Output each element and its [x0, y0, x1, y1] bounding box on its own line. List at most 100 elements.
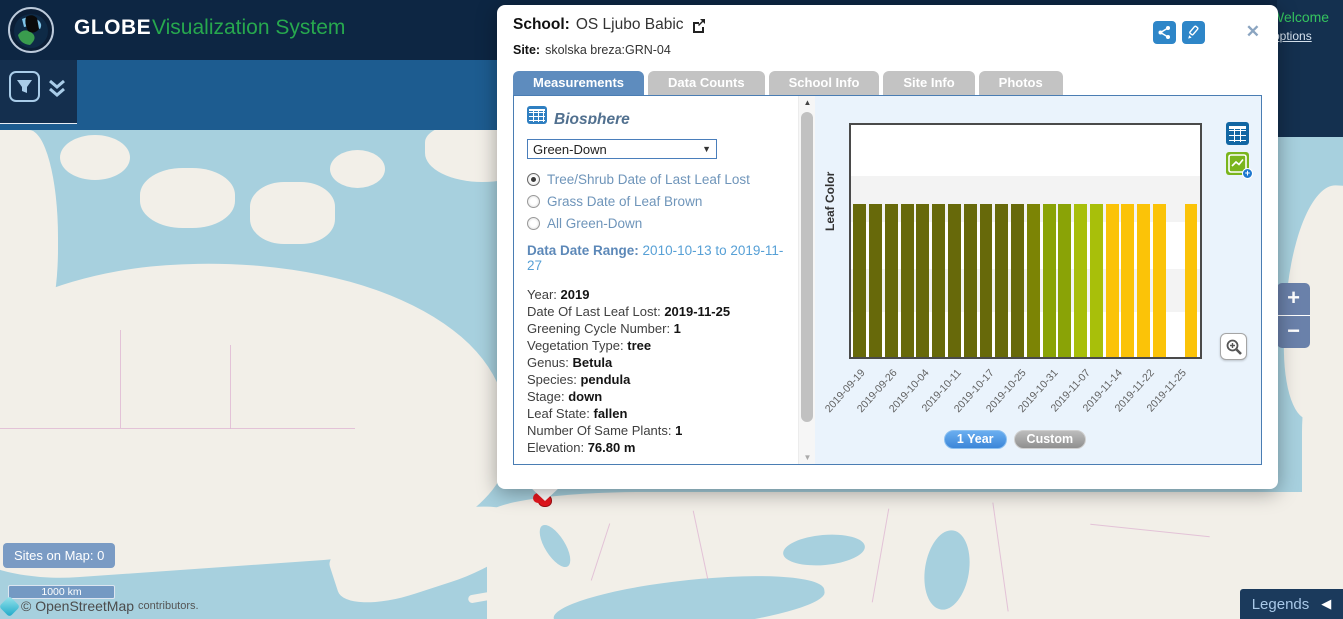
detail-value: tree — [627, 338, 651, 353]
user-menu-block: Welcome options — [1277, 0, 1343, 137]
tab-data-counts[interactable]: Data Counts — [648, 71, 765, 95]
biosphere-table-icon — [527, 106, 547, 124]
leaf-color-bar[interactable] — [995, 204, 1008, 357]
bar-slot — [931, 125, 947, 357]
radio-selected-icon[interactable] — [527, 173, 540, 186]
leaf-color-bar[interactable] — [980, 204, 993, 357]
measurement-type-select[interactable]: Green-Down ▼ — [527, 139, 717, 159]
detail-label: Leaf State: — [527, 406, 594, 421]
leaf-color-bar[interactable] — [1011, 204, 1024, 357]
scrollbar-up-arrow[interactable]: ▲ — [799, 98, 816, 107]
close-popup-button[interactable]: ✕ — [1246, 22, 1260, 42]
filter-button[interactable] — [9, 71, 40, 102]
radio-label: Grass Date of Leaf Brown — [547, 194, 702, 209]
edit-button[interactable] — [1182, 21, 1205, 44]
radio-option[interactable]: Grass Date of Leaf Brown — [527, 194, 798, 209]
bar-slot — [899, 125, 915, 357]
osm-attribution-link[interactable]: © OpenStreetMap — [21, 598, 134, 614]
sites-on-map-badge: Sites on Map: 0 — [3, 543, 115, 568]
radio-unselected-icon[interactable] — [527, 195, 540, 208]
bar-series — [851, 125, 1200, 357]
observation-details-list: Year: 2019Date Of Last Leaf Lost: 2019-1… — [527, 286, 798, 456]
scrollbar-thumb[interactable] — [801, 112, 813, 422]
radio-option[interactable]: Tree/Shrub Date of Last Leaf Lost — [527, 172, 798, 187]
chart-view-icons: + — [1226, 122, 1249, 175]
radio-label: Tree/Shrub Date of Last Leaf Lost — [547, 172, 750, 187]
school-name: OS Ljubo Babic — [576, 16, 684, 34]
bar-slot — [994, 125, 1010, 357]
leaf-color-bar-chart[interactable] — [849, 123, 1202, 359]
globe-logo[interactable] — [8, 7, 54, 53]
detail-value: 76.80 m — [588, 440, 636, 455]
leaflet-logo-icon — [0, 595, 20, 616]
tab-photos[interactable]: Photos — [979, 71, 1063, 95]
tab-school-info[interactable]: School Info — [769, 71, 880, 95]
popup-header-icons — [1153, 21, 1205, 44]
bar-slot-empty — [1167, 125, 1183, 357]
map-zoom-out-button[interactable]: − — [1277, 316, 1310, 348]
panel-scrollbar[interactable]: ▲ ▼ — [798, 96, 815, 464]
custom-button[interactable]: Custom — [1014, 430, 1087, 449]
tab-site-info[interactable]: Site Info — [883, 71, 974, 95]
detail-value: down — [568, 389, 602, 404]
share-button[interactable] — [1153, 21, 1176, 44]
sphere-header: Biosphere — [527, 104, 798, 124]
leaf-color-bar[interactable] — [1043, 204, 1056, 357]
site-detail-popup: School: OS Ljubo Babic Site: skolska bre… — [497, 5, 1278, 489]
open-school-page-icon[interactable] — [690, 17, 707, 34]
add-chart-icon[interactable]: + — [1226, 152, 1249, 175]
radio-unselected-icon[interactable] — [527, 217, 540, 230]
tab-measurements[interactable]: Measurements — [513, 71, 644, 95]
leaf-color-bar[interactable] — [901, 204, 914, 357]
leaf-color-bar[interactable] — [885, 204, 898, 357]
leaf-color-bar[interactable] — [1074, 204, 1087, 357]
leaf-color-bar[interactable] — [948, 204, 961, 357]
1-year-button[interactable]: 1 Year — [944, 430, 1007, 449]
leaf-color-bar[interactable] — [869, 204, 882, 357]
leaf-color-bar[interactable] — [1106, 204, 1119, 357]
chart-zoom-button[interactable] — [1220, 333, 1247, 360]
sphere-title: Biosphere — [554, 111, 630, 124]
legends-toggle[interactable]: Legends ◀ — [1240, 589, 1343, 619]
leaf-color-bar[interactable] — [1058, 204, 1071, 357]
measurement-controls-panel: Biosphere Green-Down ▼ Tree/Shrub Date o… — [514, 96, 798, 464]
leaf-color-bar[interactable] — [1027, 204, 1040, 357]
leaf-color-bar[interactable] — [932, 204, 945, 357]
radio-label: All Green-Down — [547, 216, 642, 231]
leaf-color-bar[interactable] — [964, 204, 977, 357]
school-label: School: — [513, 16, 570, 34]
map-landmass — [330, 150, 385, 188]
data-date-range: Data Date Range: 2010-10-13 to 2019-11-2… — [527, 243, 798, 273]
bar-slot — [1088, 125, 1104, 357]
bar-slot — [1120, 125, 1136, 357]
scrollbar-down-arrow[interactable]: ▼ — [799, 453, 816, 462]
detail-row: Number Of Same Plants: 1 — [527, 422, 798, 439]
share-icon — [1157, 25, 1172, 40]
site-label: Site: — [513, 43, 540, 57]
detail-value: 1 — [675, 423, 682, 438]
data-table-view-icon[interactable] — [1226, 122, 1249, 145]
time-range-buttons: 1 Year Custom — [815, 430, 1215, 449]
site-name: skolska breza:GRN-04 — [545, 43, 671, 57]
y-axis-label: Leaf Color — [823, 172, 837, 231]
map-landmass — [60, 135, 130, 180]
detail-label: Greening Cycle Number: — [527, 321, 674, 336]
detail-label: Vegetation Type: — [527, 338, 627, 353]
leaf-color-bar[interactable] — [853, 204, 866, 357]
leaf-color-bar[interactable] — [916, 204, 929, 357]
bar-slot — [1073, 125, 1089, 357]
globe-logo-art — [10, 9, 52, 51]
detail-row: Date Of Last Leaf Lost: 2019-11-25 — [527, 303, 798, 320]
leaf-color-bar[interactable] — [1090, 204, 1103, 357]
leaf-color-bar[interactable] — [1121, 204, 1134, 357]
site-header: Site: skolska breza:GRN-04 — [513, 43, 671, 57]
map-border-line — [0, 428, 355, 429]
leaf-color-bar[interactable] — [1185, 204, 1198, 357]
detail-row: Vegetation Type: tree — [527, 337, 798, 354]
radio-option[interactable]: All Green-Down — [527, 216, 798, 231]
map-zoom-in-button[interactable]: + — [1277, 283, 1310, 315]
options-link[interactable]: options — [1273, 29, 1312, 43]
leaf-color-bar[interactable] — [1153, 204, 1166, 357]
leaf-color-bar[interactable] — [1137, 204, 1150, 357]
double-chevron-down-icon[interactable] — [45, 76, 69, 100]
